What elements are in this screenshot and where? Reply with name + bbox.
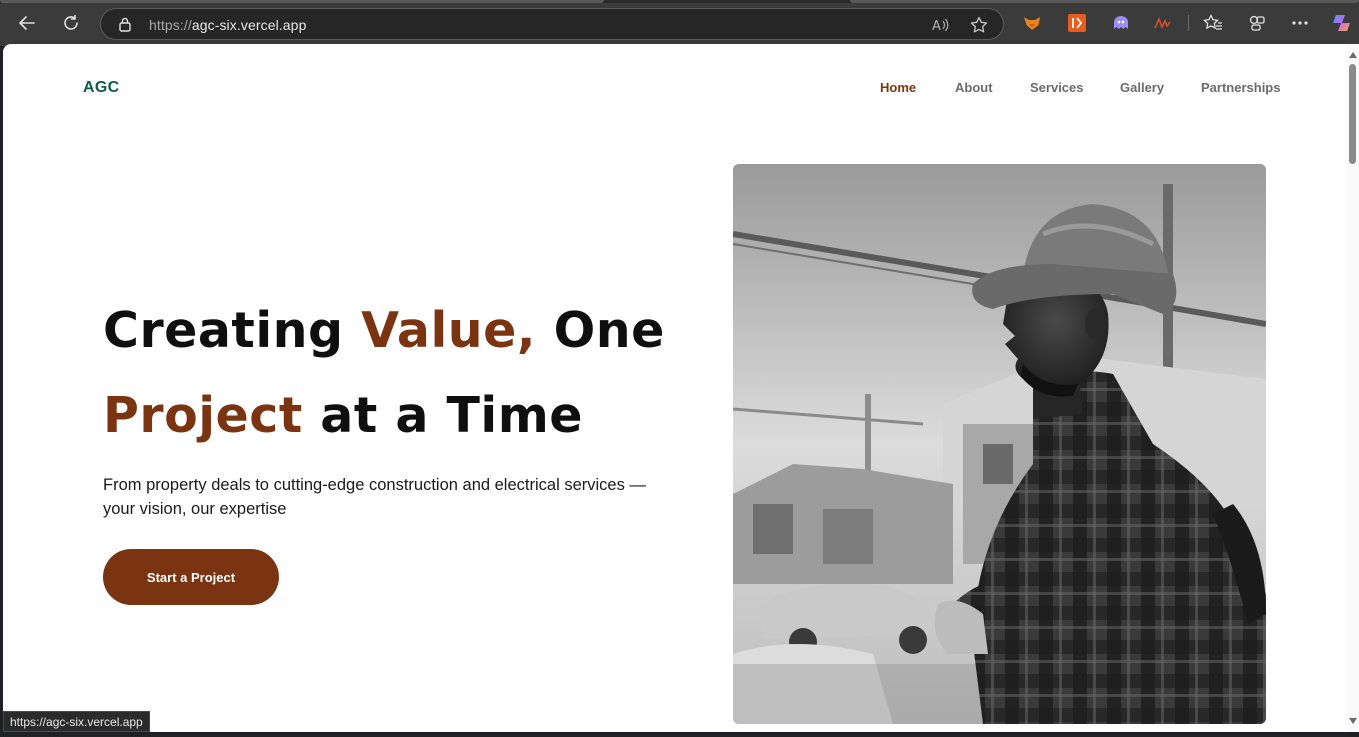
nav-partnerships[interactable]: Partnerships bbox=[1201, 80, 1280, 95]
orange-extension-icon[interactable] bbox=[1066, 12, 1088, 34]
url-scheme: https:// bbox=[149, 17, 192, 33]
hero-title-part1: Creating bbox=[103, 302, 362, 359]
signature-extension-icon[interactable] bbox=[1152, 12, 1174, 34]
status-url-tooltip: https://agc-six.vercel.app bbox=[3, 711, 150, 732]
svg-text:A: A bbox=[932, 19, 941, 34]
collections-icon[interactable] bbox=[1246, 12, 1268, 34]
reload-icon bbox=[64, 14, 78, 30]
toolbar-separator bbox=[1188, 15, 1189, 31]
start-project-button[interactable]: Start a Project bbox=[103, 549, 279, 605]
back-arrow-icon bbox=[19, 16, 35, 30]
hero-title: Creating Value, One Project at a Time bbox=[103, 288, 723, 458]
hero-title-part3: at a Time bbox=[302, 387, 583, 444]
reload-button[interactable] bbox=[57, 9, 85, 37]
star-icon[interactable] bbox=[970, 16, 988, 34]
nav-services[interactable]: Services bbox=[1030, 80, 1084, 95]
url-host: agc-six.vercel.app bbox=[191, 17, 307, 33]
inactive-tab-edge[interactable] bbox=[850, 0, 1359, 3]
lock-icon[interactable] bbox=[118, 17, 132, 32]
hero-title-part2: One bbox=[536, 302, 665, 359]
nav-about[interactable]: About bbox=[955, 80, 993, 95]
more-icon[interactable] bbox=[1289, 12, 1311, 34]
favorites-icon[interactable] bbox=[1202, 12, 1224, 34]
hero-subtitle: From property deals to cutting-edge cons… bbox=[103, 476, 646, 518]
url-text[interactable]: https://agc-six.vercel.app bbox=[149, 17, 306, 33]
scroll-thumb[interactable] bbox=[1349, 64, 1356, 164]
copilot-icon[interactable] bbox=[1331, 12, 1353, 34]
address-bar[interactable]: https://agc-six.vercel.app A bbox=[100, 8, 1004, 40]
active-tab-edge[interactable] bbox=[0, 0, 604, 3]
construction-worker-photo bbox=[733, 164, 1266, 724]
ghost-extension-icon[interactable] bbox=[1110, 12, 1132, 34]
read-aloud-icon[interactable]: A bbox=[931, 16, 949, 34]
scroll-up-icon[interactable] bbox=[1349, 52, 1357, 58]
tab-strip bbox=[0, 0, 1359, 3]
hero-photo bbox=[733, 164, 1266, 724]
scroll-down-icon[interactable] bbox=[1349, 718, 1357, 724]
hero-title-accent1: Value, bbox=[361, 302, 537, 359]
page-viewport: AGC Home About Services Gallery Partners… bbox=[3, 44, 1346, 732]
fox-extension-icon[interactable] bbox=[1021, 12, 1043, 34]
back-button[interactable] bbox=[13, 9, 41, 37]
site-logo[interactable]: AGC bbox=[83, 79, 119, 97]
browser-toolbar: https://agc-six.vercel.app A bbox=[0, 0, 1359, 46]
nav-gallery[interactable]: Gallery bbox=[1120, 80, 1164, 95]
hero-title-accent2: Project bbox=[103, 387, 303, 444]
nav-home[interactable]: Home bbox=[880, 80, 916, 95]
